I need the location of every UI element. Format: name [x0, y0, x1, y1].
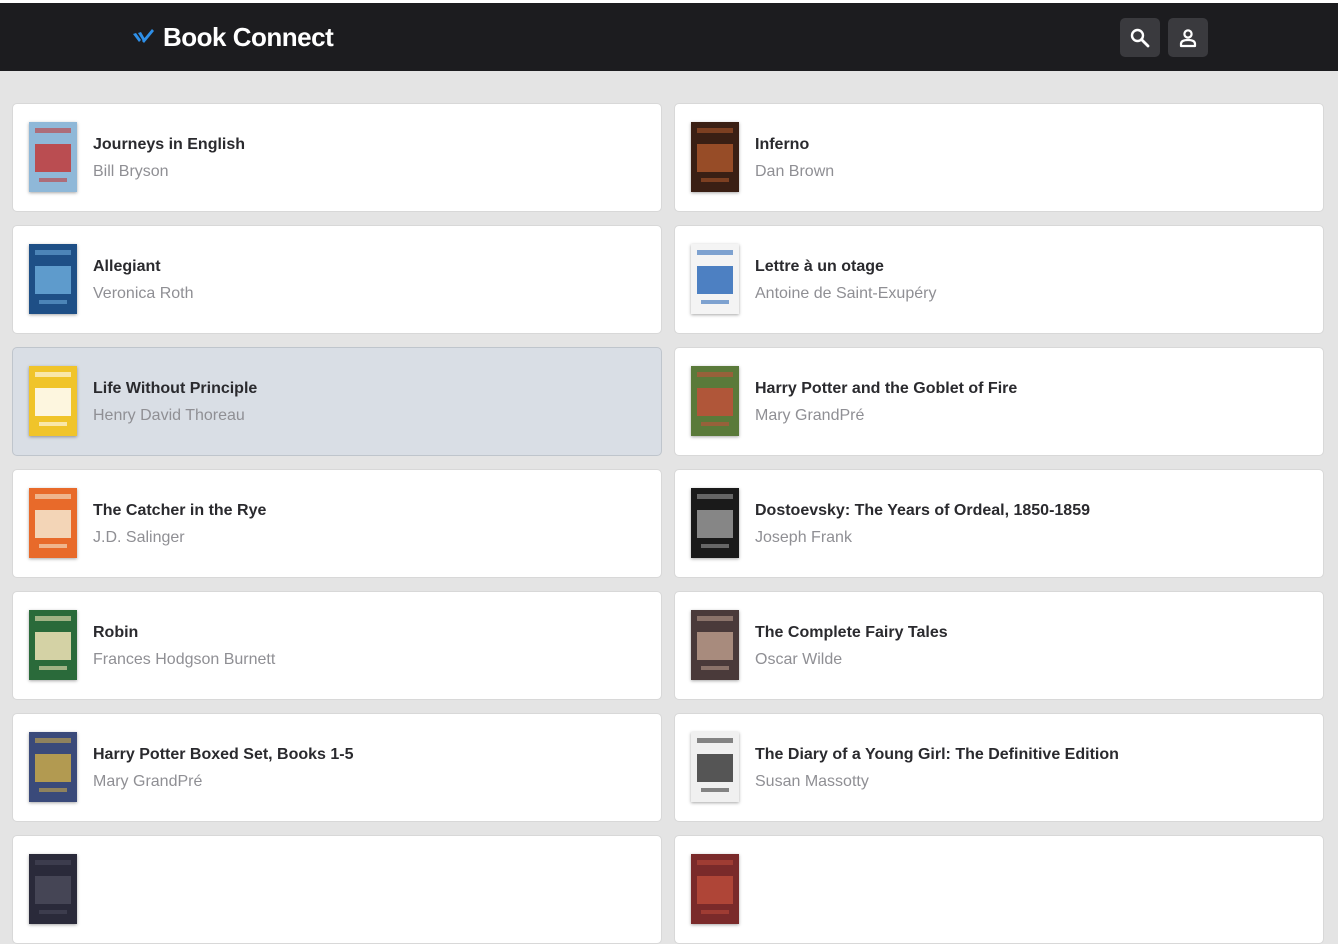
book-title: Robin: [93, 624, 139, 641]
book-cover-image: [691, 610, 739, 680]
logo-icon: [133, 29, 154, 43]
book-card[interactable]: Harry Potter Boxed Set, Books 1-5 Mary Gr…: [12, 713, 662, 822]
book-author: Joseph Frank: [755, 529, 852, 546]
book-cover-image: [691, 122, 739, 192]
book-card[interactable]: The Complete Fairy Tales Oscar Wilde: [674, 591, 1324, 700]
book-card[interactable]: Lettre à un otage Antoine de Saint-Exupér…: [674, 225, 1324, 334]
book-title: Lettre à un otage: [755, 258, 884, 275]
book-cover-image: [29, 854, 77, 924]
book-card[interactable]: The Diary of a Young Girl: The Definitiv…: [674, 713, 1324, 822]
book-title: The Catcher in the Rye: [93, 502, 267, 519]
book-title: Journeys in English: [93, 136, 246, 153]
book-author: Oscar Wilde: [755, 651, 843, 668]
book-author: Bill Bryson: [93, 163, 169, 180]
book-cover-image: [29, 610, 77, 680]
book-author: Susan Massotty: [755, 773, 869, 790]
book-author: Dan Brown: [755, 163, 835, 180]
book-card[interactable]: Dostoevsky: The Years of Ordeal, 1850-18…: [674, 469, 1324, 578]
book-cover-image: [691, 488, 739, 558]
app-header: Book Connect: [0, 3, 1338, 71]
book-author: Mary GrandPré: [93, 773, 203, 790]
app-logo[interactable]: Book Connect: [131, 21, 334, 53]
book-cover-image: [691, 366, 739, 436]
book-title: Inferno: [755, 136, 810, 153]
book-author: Mary GrandPré: [755, 407, 865, 424]
book-cover-image: [691, 732, 739, 802]
book-author: Veronica Roth: [93, 285, 194, 302]
book-title: Life Without Principle: [93, 380, 258, 397]
search-button[interactable]: [1120, 18, 1160, 57]
book-cover-image: [29, 122, 77, 192]
book-cover-image: [691, 854, 739, 924]
book-cover-image: [29, 244, 77, 314]
book-author: Antoine de Saint-Exupéry: [755, 285, 937, 302]
book-card[interactable]: Life Without Principle Henry David Thorea…: [12, 347, 662, 456]
account-icon: [1179, 28, 1197, 47]
search-icon: [1130, 28, 1150, 47]
book-title: Harry Potter Boxed Set, Books 1-5: [93, 746, 354, 763]
book-card[interactable]: Robin Frances Hodgson Burnett: [12, 591, 662, 700]
book-card[interactable]: The Catcher in the Rye J.D. Salinger: [12, 469, 662, 578]
book-cover-image: [29, 732, 77, 802]
book-title: Harry Potter and the Goblet of Fire: [755, 380, 1018, 397]
book-author: J.D. Salinger: [93, 529, 185, 546]
book-list: Journeys in English Bill Bryson Inferno Dan…: [12, 103, 1324, 944]
book-title: Dostoevsky: The Years of Ordeal, 1850-18…: [755, 502, 1090, 519]
app-title: Book Connect: [163, 22, 334, 52]
book-card[interactable]: Harry Potter and the Goblet of Fire Mary …: [674, 347, 1324, 456]
book-author: Henry David Thoreau: [93, 407, 245, 424]
book-cover-image: [29, 488, 77, 558]
book-title: Allegiant: [93, 258, 161, 275]
book-title: The Complete Fairy Tales: [755, 624, 948, 641]
book-title: The Diary of a Young Girl: The Definitiv…: [755, 746, 1119, 763]
book-card[interactable]: Journeys in English Bill Bryson: [12, 103, 662, 212]
book-cover-image: [29, 366, 77, 436]
book-card[interactable]: Inferno Dan Brown: [674, 103, 1324, 212]
book-card[interactable]: [674, 835, 1324, 944]
account-button[interactable]: [1168, 18, 1208, 57]
book-author: Frances Hodgson Burnett: [93, 651, 276, 668]
book-cover-image: [691, 244, 739, 314]
book-card[interactable]: [12, 835, 662, 944]
book-card[interactable]: Allegiant Veronica Roth: [12, 225, 662, 334]
